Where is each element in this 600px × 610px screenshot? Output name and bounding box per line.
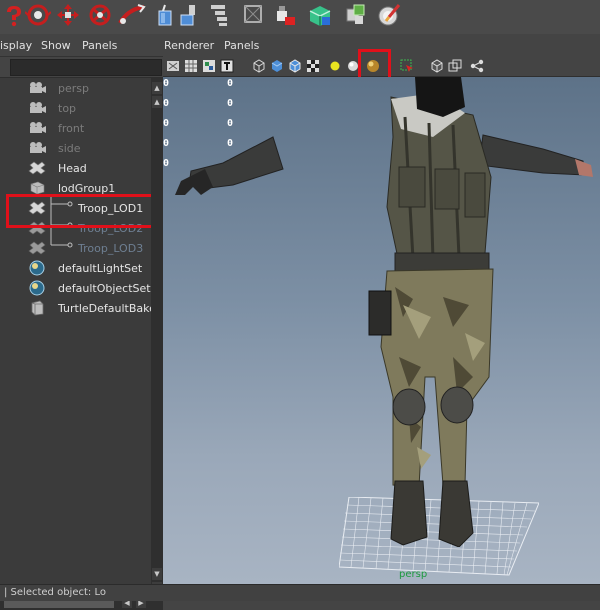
scroll-up-button[interactable]: ▲ xyxy=(152,96,162,108)
outliner-node-label: side xyxy=(58,141,81,155)
set-icon xyxy=(28,260,46,276)
status-bar: | Selected object: Lo xyxy=(0,584,600,601)
checker-icon[interactable] xyxy=(305,58,321,74)
camera-name-label: persp xyxy=(399,569,428,580)
paint-effects-icon[interactable] xyxy=(342,2,370,28)
hud-value: 0 xyxy=(163,118,170,129)
panels-menu[interactable]: Panels xyxy=(82,39,117,52)
paint-weights-icon[interactable] xyxy=(240,2,268,28)
light-icon[interactable] xyxy=(327,58,343,74)
camera-icon xyxy=(28,120,46,136)
isolate-icon[interactable] xyxy=(429,58,445,74)
universal-manipulator-icon[interactable] xyxy=(24,2,52,28)
hypergraph-icon[interactable] xyxy=(204,2,232,28)
outliner-node-label: TurtleDefaultBakeLa xyxy=(58,301,151,315)
xray-icon[interactable] xyxy=(447,58,463,74)
outliner-panel: isplay Show Panels persp top front side … xyxy=(0,34,163,610)
outliner-node-label: defaultLightSet xyxy=(58,261,143,275)
hud-value: 0 xyxy=(163,98,170,109)
shaded-wireframe-icon[interactable] xyxy=(287,58,303,74)
select-highlight-icon[interactable] xyxy=(399,58,415,74)
soldier-character-model[interactable] xyxy=(173,77,593,547)
image-plane-icon[interactable] xyxy=(165,58,181,74)
outliner-node-label: Troop_LOD3 xyxy=(78,241,144,255)
hud-value: 0 xyxy=(163,78,170,89)
brush-icon[interactable] xyxy=(376,2,404,28)
outliner-menubar: isplay Show Panels xyxy=(0,34,163,57)
bake-layer-icon xyxy=(28,300,46,316)
outliner-node-label: Head xyxy=(58,161,87,175)
outliner-node-label: defaultObjectSet xyxy=(58,281,151,295)
show-menu[interactable]: Show xyxy=(41,39,71,52)
shelf-toolbar xyxy=(0,0,600,35)
outliner-node-label: lodGroup1 xyxy=(58,181,116,195)
scroll-down-button[interactable]: ▼ xyxy=(152,568,162,580)
ik-handle-icon[interactable] xyxy=(150,2,178,28)
move-tool-icon[interactable] xyxy=(54,2,82,28)
smooth-shade-icon[interactable] xyxy=(269,58,285,74)
texture-icon[interactable] xyxy=(219,58,235,74)
outliner-search-input[interactable] xyxy=(10,59,162,76)
outliner-node-side[interactable]: side xyxy=(0,138,151,158)
share-icon[interactable] xyxy=(469,58,485,74)
renderer-menu[interactable]: Renderer xyxy=(164,39,214,52)
troop-lod1-highlight-box xyxy=(6,194,162,228)
outliner-node-label: persp xyxy=(58,81,89,95)
camera-icon xyxy=(28,80,46,96)
outliner-node-persp[interactable]: persp xyxy=(0,78,151,98)
outliner-node-defaultlightset[interactable]: defaultLightSet xyxy=(0,258,151,278)
joint-icon[interactable] xyxy=(176,2,204,28)
outliner-node-turtledefaultbakelayer[interactable]: TurtleDefaultBakeLa xyxy=(0,298,151,318)
outliner-node-front[interactable]: front xyxy=(0,118,151,138)
outliner-node-label: top xyxy=(58,101,77,115)
outliner-filter-bar xyxy=(0,57,163,78)
camera-icon xyxy=(28,140,46,156)
bone-tool-icon[interactable] xyxy=(118,2,146,28)
grid-icon[interactable] xyxy=(183,58,199,74)
resolution-gate-icon[interactable] xyxy=(201,58,217,74)
persp-viewport[interactable]: 0 0 0 0 0 0 0 0 0 0 xyxy=(163,77,600,584)
outliner-node-label: front xyxy=(58,121,85,135)
outliner-node-head[interactable]: Head xyxy=(0,158,151,178)
scroll-up-button[interactable]: ▲ xyxy=(152,82,162,94)
smooth-bind-icon[interactable] xyxy=(272,2,300,28)
hud-value: 0 xyxy=(163,138,170,149)
set-icon xyxy=(28,280,46,296)
outliner-node-top[interactable]: top xyxy=(0,98,151,118)
status-text: | Selected object: Lo xyxy=(4,587,106,598)
outliner-node-troop-lod3[interactable]: Troop_LOD3 xyxy=(0,238,151,258)
camera-icon xyxy=(28,100,46,116)
mesh-group-icon xyxy=(28,240,46,256)
display-menu[interactable]: isplay xyxy=(0,39,32,52)
hud-value: 0 xyxy=(163,158,170,169)
panels-menu[interactable]: Panels xyxy=(224,39,259,52)
outliner-vertical-scrollbar[interactable]: ▲ ▲ ▼ ▼ xyxy=(151,78,163,596)
wireframe-icon[interactable] xyxy=(251,58,267,74)
outliner-node-defaultobjectset[interactable]: defaultObjectSet xyxy=(0,278,151,298)
soft-modification-icon[interactable] xyxy=(86,2,114,28)
mesh-group-icon xyxy=(28,160,46,176)
outliner-node-list: persp top front side Head lodGroup1 Troo… xyxy=(0,78,151,588)
render-view-icon[interactable] xyxy=(306,2,334,28)
